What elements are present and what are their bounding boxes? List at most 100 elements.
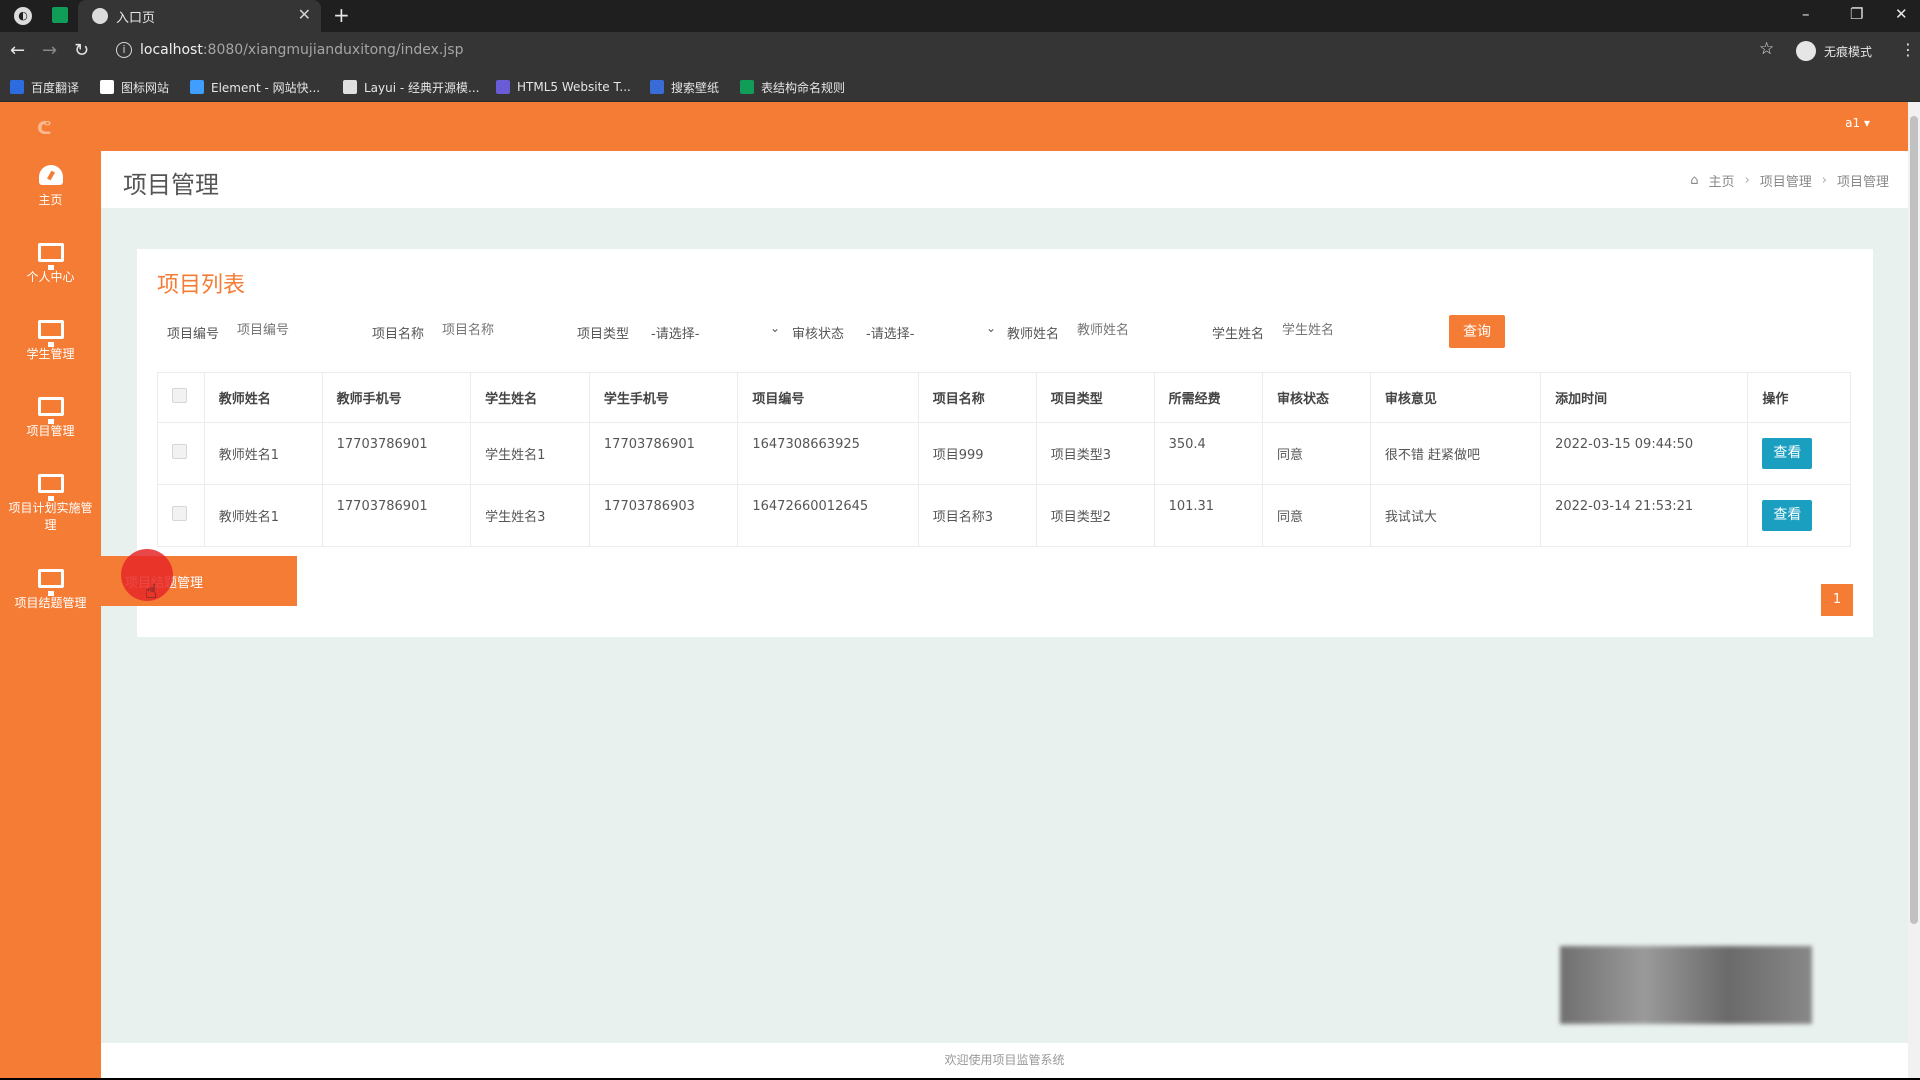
forward-icon[interactable]: → [42, 40, 57, 61]
column-header: 审核意见 [1369, 372, 1542, 423]
breadcrumb-home[interactable]: 主页 [1709, 171, 1735, 190]
filter-label-project-name: 项目名称 [372, 327, 425, 342]
bookmark-favicon-icon [650, 80, 664, 94]
url-path: :8080/xiangmujianduxitong/index.jsp [202, 42, 464, 58]
sidebar-item-label: 学生管理 [26, 347, 75, 361]
column-header: 添加时间 [1540, 372, 1749, 423]
app-footer: 欢迎使用项目监管系统 [101, 1043, 1908, 1078]
table-cell: 16472660012645 [737, 484, 919, 547]
table-cell: 项目类型3 [1035, 422, 1155, 485]
sidebar: 主页个人中心学生管理项目管理项目计划实施管理项目结题管理 [0, 151, 101, 1078]
bookmark-label: 搜索壁纸 [671, 80, 720, 95]
table-cell: 17703786901 [321, 422, 472, 485]
app-topbar: ᕦ a1 ▾ [0, 102, 1908, 151]
bookmark-item[interactable]: Element - 网站快... [190, 78, 320, 96]
bookmark-star-icon[interactable]: ☆ [1759, 39, 1774, 59]
page-scrollbar[interactable] [1908, 102, 1920, 1078]
filter-bar: 项目编号 项目名称 项目类型 -请选择- ⌄ 审核状态 -请选择- ⌄ 教师姓名… [137, 317, 1537, 342]
sidebar-item[interactable]: 主页 [0, 165, 101, 209]
table-cell: 2022-03-15 09:44:50 [1540, 422, 1749, 485]
row-checkbox[interactable] [172, 444, 187, 459]
reload-icon[interactable]: ↻ [74, 40, 89, 61]
filter-label-student-name: 学生姓名 [1212, 327, 1265, 342]
app-root: ᕦ a1 ▾ 主页 个人中心 学生管理 项目管理 项目计划实施管理 项目结题管理 项目管理… [0, 102, 1920, 1078]
table-cell: 17703786903 [588, 484, 739, 547]
sidebar-item[interactable]: 项目计划实施管理 [0, 474, 101, 534]
bookmark-label: 表结构命名规则 [761, 80, 846, 95]
bookmark-item[interactable]: 图标网站 [100, 78, 169, 96]
action-cell: 查看 [1747, 422, 1851, 485]
blurred-overlay [1560, 946, 1812, 1024]
pointer-cursor-icon: ☝ [145, 579, 158, 603]
minimize-icon[interactable]: – [1802, 5, 1810, 23]
view-button[interactable]: 查看 [1762, 438, 1813, 469]
address-field[interactable]: i localhost:8080/xiangmujianduxitong/ind… [106, 37, 1776, 65]
breadcrumb-section[interactable]: 项目管理 [1760, 171, 1812, 190]
query-button[interactable]: 查询 [1449, 315, 1505, 348]
sidebar-item[interactable]: 学生管理 [0, 320, 101, 363]
browser-toolbar: ← → ↻ i localhost:8080/xiangmujianduxito… [0, 32, 1920, 70]
back-icon[interactable]: ← [10, 40, 25, 61]
user-menu[interactable]: a1 ▾ [1845, 116, 1870, 130]
sidebar-item[interactable]: 项目管理 [0, 397, 101, 440]
project-no-input[interactable] [237, 319, 337, 341]
student-name-input[interactable] [1282, 319, 1382, 341]
pinned-tab-sheet-icon[interactable] [52, 7, 68, 23]
card-title: 项目列表 [157, 273, 246, 298]
select-all-checkbox[interactable] [172, 388, 187, 403]
bookmark-item[interactable]: 搜索壁纸 [650, 78, 719, 96]
table-row: 教师姓名1 17703786901 学生姓名3 17703786903 16472660… [157, 484, 1851, 547]
table-row: 教师姓名1 17703786901 学生姓名1 17703786901 16473086… [157, 422, 1851, 485]
column-header: 操作 [1747, 372, 1851, 423]
tab-close-icon[interactable]: ✕ [298, 5, 311, 24]
site-info-icon[interactable]: i [116, 42, 132, 58]
tab-title: 入口页 [116, 11, 156, 26]
project-name-input[interactable] [442, 319, 542, 341]
column-header: 项目名称 [917, 372, 1037, 423]
table-cell: 17703786901 [588, 422, 739, 485]
bookmark-item[interactable]: Layui - 经典开源模... [343, 78, 479, 96]
incognito-label[interactable]: 无痕模式 [1824, 43, 1872, 60]
row-checkbox[interactable] [172, 506, 187, 521]
browser-menu-icon[interactable]: ⋮ [1900, 40, 1916, 59]
incognito-icon[interactable] [1796, 41, 1816, 61]
sidebar-item-label: 个人中心 [26, 270, 75, 284]
pagination-page[interactable]: 1 [1821, 584, 1853, 616]
table-cell: 教师姓名1 [203, 484, 323, 547]
table-cell: 很不错 赶紧做吧 [1369, 422, 1542, 485]
bookmark-item[interactable]: 表结构命名规则 [740, 78, 845, 96]
sidebar-item[interactable]: 个人中心 [0, 243, 101, 286]
monitor-icon [37, 320, 64, 347]
bookmark-favicon-icon [190, 80, 204, 94]
project-type-select[interactable]: -请选择- [651, 323, 699, 342]
column-header: 教师手机号 [321, 372, 472, 423]
audit-status-select[interactable]: -请选择- [866, 323, 914, 342]
bookmark-item[interactable]: 百度翻译 [10, 78, 79, 96]
column-header: 项目编号 [737, 372, 919, 423]
home-icon: ⌂ [1690, 173, 1699, 188]
restore-icon[interactable]: ❐ [1850, 5, 1863, 23]
browser-tab-bar: ◐ 入口页 ✕ + – ❐ ✕ [0, 0, 1920, 32]
close-window-icon[interactable]: ✕ [1895, 5, 1908, 23]
bookmark-label: Layui - 经典开源模... [364, 80, 480, 95]
globe-icon [92, 8, 108, 24]
column-header: 项目类型 [1035, 372, 1155, 423]
row-select-cell [157, 484, 205, 547]
monitor-icon [37, 397, 64, 424]
teacher-name-input[interactable] [1077, 319, 1177, 341]
tab-active[interactable]: 入口页 ✕ [78, 0, 321, 32]
new-tab-icon[interactable]: + [333, 3, 350, 27]
bookmark-item[interactable]: HTML5 Website T... [496, 78, 631, 96]
bookmark-label: 图标网站 [121, 80, 170, 95]
sidebar-item[interactable]: 项目结题管理 [0, 569, 101, 612]
browser-logo-icon[interactable]: ◐ [14, 7, 32, 25]
table-cell: 学生姓名1 [470, 422, 590, 485]
sidebar-item-label: 项目管理 [26, 424, 75, 438]
table-cell: 项目999 [917, 422, 1037, 485]
table-cell: 同意 [1261, 422, 1371, 485]
view-button[interactable]: 查看 [1762, 500, 1813, 531]
table-cell: 项目名称3 [917, 484, 1037, 547]
scrollbar-thumb[interactable] [1910, 116, 1918, 924]
breadcrumb-separator: › [1744, 173, 1750, 188]
column-header: 学生手机号 [588, 372, 739, 423]
